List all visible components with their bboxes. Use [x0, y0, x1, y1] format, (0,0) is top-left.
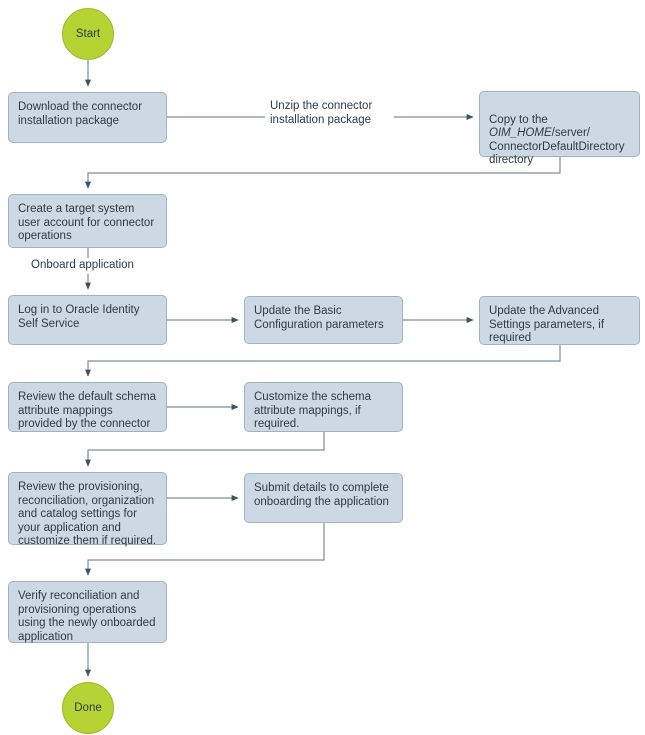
- node-download-package[interactable]: Download the connector installation pack…: [8, 92, 167, 143]
- node-copy-to-directory[interactable]: Copy to the OIM_HOME/server/ ConnectorDe…: [479, 91, 640, 166]
- node-create-target-account[interactable]: Create a target system user account for …: [8, 194, 167, 248]
- node-submit-details[interactable]: Submit details to complete onboarding th…: [244, 473, 403, 523]
- edge-label-unzip: Unzip the connector installation package: [268, 100, 394, 127]
- edge-advanced-to-review-schema: [85, 345, 561, 377]
- node-verify-operations[interactable]: Verify reconciliation and provisioning o…: [8, 581, 167, 643]
- node-login-self-service[interactable]: Log in to Oracle Identity Self Service: [8, 295, 167, 345]
- node-start[interactable]: Start: [62, 8, 114, 60]
- node-done-label: Done: [74, 702, 102, 714]
- node-copy-label-pre: Copy to the: [489, 113, 548, 126]
- node-update-advanced-settings[interactable]: Update the Advanced Settings parameters,…: [479, 296, 640, 345]
- node-copy-label-italic: OIM_HOME: [489, 127, 552, 139]
- flowchart-canvas: Start Download the connector installatio…: [0, 0, 645, 735]
- node-update-basic-configuration[interactable]: Update the Basic Configuration parameter…: [244, 296, 403, 344]
- node-done[interactable]: Done: [62, 682, 114, 734]
- node-start-label: Start: [75, 28, 101, 40]
- node-review-default-schema[interactable]: Review the default schema attribute mapp…: [8, 382, 167, 432]
- edge-label-onboard-application: Onboard application: [29, 259, 155, 273]
- node-customize-schema[interactable]: Customize the schema attribute mappings,…: [244, 382, 403, 432]
- node-review-provisioning-settings[interactable]: Review the provisioning, reconciliation,…: [8, 472, 167, 547]
- edge-customize-to-review-settings: [85, 432, 325, 467]
